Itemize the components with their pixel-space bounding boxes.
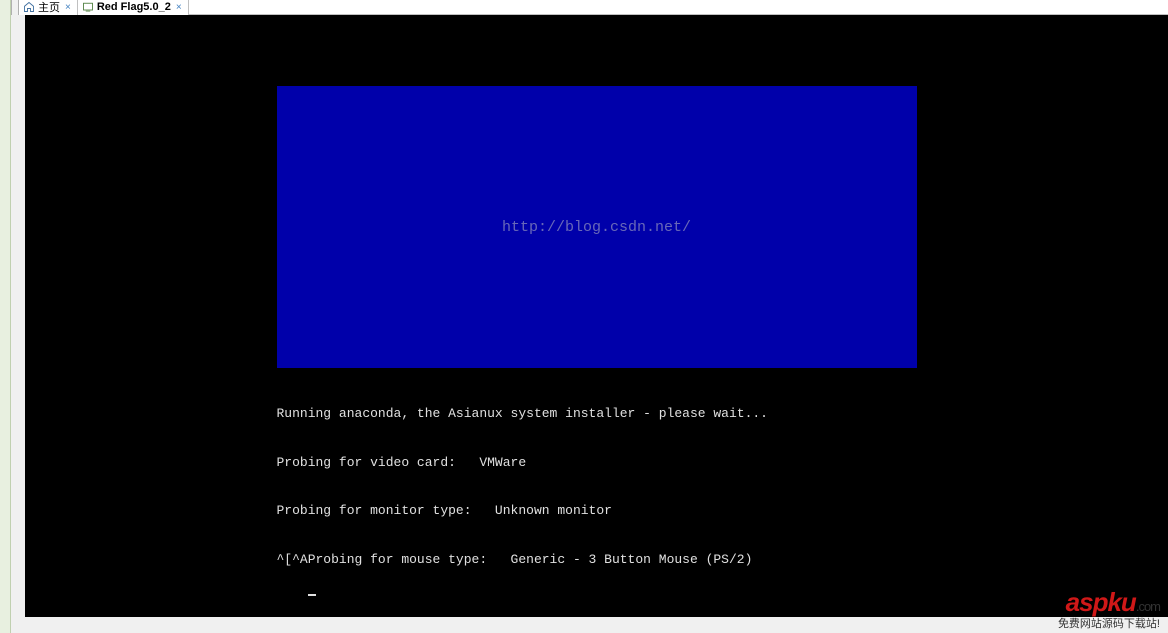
- separator-strip: [11, 0, 19, 15]
- vm-console-area[interactable]: http://blog.csdn.net/ Running anaconda, …: [25, 15, 1168, 617]
- home-icon: [23, 1, 35, 13]
- tab-redflag[interactable]: Red Flag5.0_2 ×: [78, 0, 189, 15]
- tab-label: 主页: [38, 0, 60, 15]
- tab-bar: 主页 × Red Flag5.0_2 ×: [11, 0, 1168, 15]
- cursor: [308, 594, 316, 596]
- console-line: Running anaconda, the Asianux system ins…: [277, 406, 917, 422]
- console-output: Running anaconda, the Asianux system ins…: [277, 373, 917, 617]
- console-line: Probing for monitor type: Unknown monito…: [277, 503, 917, 519]
- bottom-strip: [11, 617, 1168, 633]
- tab-label: Red Flag5.0_2: [97, 1, 171, 13]
- installer-blue-screen: http://blog.csdn.net/: [277, 86, 917, 368]
- tab-home[interactable]: 主页 ×: [19, 0, 78, 15]
- close-icon[interactable]: ×: [174, 2, 184, 13]
- blog-watermark: http://blog.csdn.net/: [502, 219, 691, 236]
- console-line: Probing for video card: VMWare: [277, 455, 917, 471]
- left-sidebar-strip: [0, 0, 11, 633]
- vm-icon: [82, 1, 94, 13]
- close-icon[interactable]: ×: [63, 2, 73, 13]
- console-line: ^[^AProbing for mouse type: Generic - 3 …: [277, 552, 917, 568]
